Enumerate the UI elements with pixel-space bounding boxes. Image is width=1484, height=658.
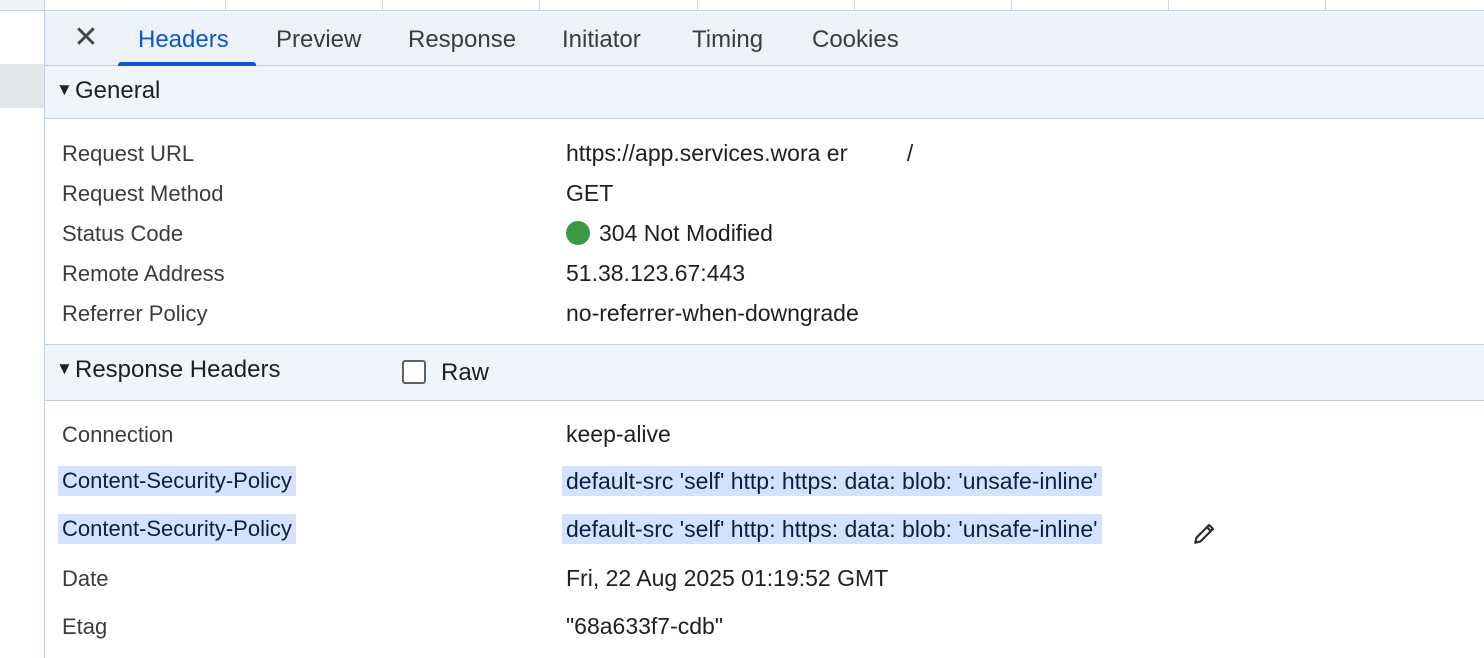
header-row-selected: Content-Security-Policy default-src 'sel…	[45, 466, 1484, 498]
column-separator[interactable]	[1011, 0, 1012, 10]
header-key: Referrer Policy	[62, 301, 208, 326]
header-key: Connection	[62, 422, 174, 447]
column-separator[interactable]	[854, 0, 855, 10]
request-table-header	[45, 0, 1484, 11]
status-dot-icon	[566, 221, 590, 245]
header-key: Request URL	[62, 141, 195, 166]
raw-label[interactable]: Raw	[441, 359, 489, 387]
column-separator[interactable]	[539, 0, 540, 10]
header-row: Request URL https://app.services.wora er…	[45, 138, 1484, 170]
general-section-header[interactable]: ▼ General	[45, 66, 1484, 119]
header-value[interactable]: keep-alive	[566, 421, 671, 448]
column-separator[interactable]	[1325, 0, 1326, 10]
header-row: Etag "68a633f7-cdb"	[45, 611, 1484, 643]
header-value[interactable]: GET	[566, 180, 613, 207]
header-row: Request Method GET	[45, 178, 1484, 210]
header-key: Remote Address	[62, 261, 225, 286]
header-key: Content-Security-Policy	[58, 514, 296, 544]
redaction-mask	[848, 138, 906, 168]
column-separator[interactable]	[225, 0, 226, 10]
request-list-panel	[0, 0, 45, 658]
header-key: Date	[62, 566, 109, 591]
header-value[interactable]: no-referrer-when-downgrade	[566, 300, 859, 327]
header-value[interactable]: 304 Not Modified	[566, 220, 773, 247]
header-key: Status Code	[62, 221, 184, 246]
header-row: Status Code 304 Not Modified	[45, 218, 1484, 250]
tab-timing[interactable]: Timing	[692, 11, 763, 65]
header-key: Content-Security-Policy	[58, 466, 296, 496]
selected-request-row[interactable]	[0, 64, 44, 108]
header-row: Date Fri, 22 Aug 2025 01:19:52 GMT	[45, 563, 1484, 595]
triangle-down-icon[interactable]: ▼	[56, 359, 73, 379]
header-value[interactable]: 51.38.123.67:443	[566, 260, 745, 287]
column-separator[interactable]	[1168, 0, 1169, 10]
header-row: Remote Address 51.38.123.67:443	[45, 258, 1484, 290]
header-value[interactable]: Fri, 22 Aug 2025 01:19:52 GMT	[566, 565, 888, 592]
column-separator[interactable]	[382, 0, 383, 10]
tab-response[interactable]: Response	[408, 11, 516, 65]
tab-cookies[interactable]: Cookies	[812, 11, 899, 65]
column-separator[interactable]	[697, 0, 698, 10]
header-value[interactable]: default-src 'self' http: https: data: bl…	[562, 514, 1102, 544]
header-row: Connection keep-alive	[45, 419, 1484, 451]
tab-preview[interactable]: Preview	[276, 11, 361, 65]
response-headers-section-title: Response Headers	[75, 356, 281, 383]
general-section-title: General	[75, 77, 161, 104]
raw-checkbox[interactable]	[402, 360, 426, 384]
header-key: Etag	[62, 614, 108, 639]
status-text: 304 Not Modified	[599, 220, 773, 246]
header-value[interactable]: default-src 'self' http: https: data: bl…	[562, 466, 1102, 496]
header-row: Referrer Policy no-referrer-when-downgra…	[45, 298, 1484, 330]
tab-initiator[interactable]: Initiator	[562, 11, 641, 65]
close-icon[interactable]: ✕	[71, 23, 101, 53]
request-list-header	[0, 0, 44, 11]
pencil-icon[interactable]	[1192, 520, 1218, 546]
details-tab-bar: ✕ Headers Preview Response Initiator Tim…	[45, 11, 1484, 66]
tab-headers[interactable]: Headers	[138, 11, 229, 65]
triangle-down-icon[interactable]: ▼	[56, 80, 73, 100]
header-row-selected: Content-Security-Policy default-src 'sel…	[45, 514, 1484, 546]
header-value[interactable]: "68a633f7-cdb"	[566, 613, 723, 640]
header-key: Request Method	[62, 181, 224, 206]
response-headers-section-header[interactable]: ▼ Response Headers Raw	[45, 344, 1484, 401]
